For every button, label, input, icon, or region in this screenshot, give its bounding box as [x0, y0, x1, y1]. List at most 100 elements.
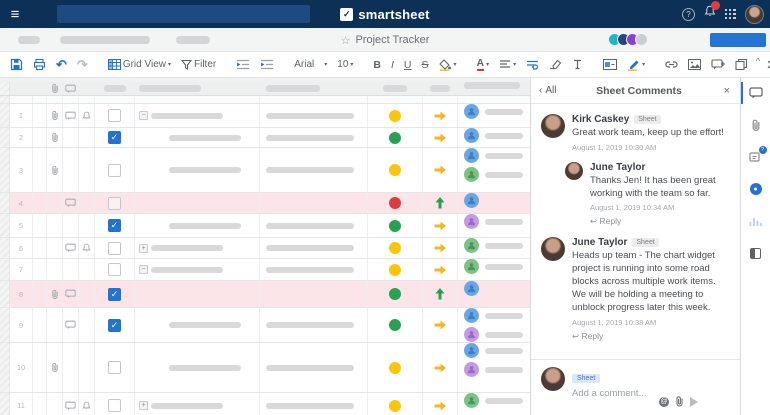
column-header-pill[interactable] — [139, 85, 201, 92]
font-size-select[interactable]: 10▾ — [335, 57, 355, 72]
rail-update-requests-button[interactable]: ? — [741, 148, 770, 166]
undo-button[interactable]: ↶ — [54, 55, 69, 75]
row-checkbox[interactable] — [108, 109, 121, 122]
help-icon[interactable]: ? — [682, 8, 695, 21]
assignee-avatar-green[interactable] — [464, 259, 479, 274]
view-switcher[interactable]: Grid View▾ — [106, 57, 173, 72]
trend-arrow-right[interactable] — [423, 238, 458, 258]
notifications-bell[interactable] — [704, 5, 716, 23]
row-comment-icon[interactable] — [63, 393, 79, 415]
trend-arrow-right[interactable] — [423, 214, 458, 237]
row-checkbox[interactable] — [108, 242, 121, 255]
row-comment-icon[interactable] — [63, 308, 79, 342]
row-attachment-icon[interactable] — [47, 343, 63, 392]
status-dot-green[interactable] — [389, 319, 401, 331]
favorite-star-icon[interactable]: ☆ — [341, 34, 351, 47]
send-comment-icon[interactable] — [690, 397, 698, 407]
save-button[interactable] — [8, 56, 25, 73]
assignee-avatar-purple[interactable] — [464, 327, 479, 342]
format-painter-button[interactable] — [570, 57, 585, 72]
grid-row-6[interactable]: 6+ — [0, 238, 530, 259]
row-checkbox[interactable]: ✓ — [108, 319, 121, 332]
rail-conversations-button[interactable] — [741, 84, 770, 102]
row-comment-icon[interactable] — [63, 193, 79, 213]
status-dot-yellow[interactable] — [389, 362, 401, 374]
assignee-avatar-blue[interactable] — [464, 343, 479, 358]
row-reminder-icon[interactable] — [79, 104, 95, 127]
close-panel-icon[interactable]: × — [722, 85, 732, 97]
reply-link[interactable]: ↩ Reply — [590, 216, 730, 227]
grid-row-1[interactable]: 1− — [0, 104, 530, 128]
filter-button[interactable]: Filter — [179, 57, 218, 72]
row-checkbox[interactable] — [108, 164, 121, 177]
collapse-icon[interactable]: − — [139, 265, 148, 274]
assignee-avatar-purple[interactable] — [464, 362, 479, 377]
assignee-avatar-blue[interactable] — [464, 148, 479, 163]
grid-row-3[interactable]: 3 — [0, 148, 530, 193]
row-checkbox[interactable] — [108, 399, 121, 412]
assignee-avatar-blue[interactable] — [464, 308, 479, 323]
apps-launcher-icon[interactable] — [725, 9, 736, 20]
collapse-toolbar-button[interactable]: ^ — [756, 56, 760, 66]
align-button[interactable]: ▾ — [497, 58, 518, 72]
outdent-button[interactable] — [234, 57, 252, 72]
row-comment-icon[interactable] — [63, 281, 79, 307]
row-checkbox[interactable] — [108, 361, 121, 374]
status-dot-green[interactable] — [389, 288, 401, 300]
comment-input[interactable]: Add a comment... — [572, 388, 646, 399]
wrap-text-button[interactable] — [524, 58, 541, 72]
status-dot-yellow[interactable] — [389, 164, 401, 176]
row-checkbox[interactable]: ✓ — [108, 219, 121, 232]
trend-arrow-right[interactable] — [423, 128, 458, 147]
fill-color-button[interactable]: ▾ — [437, 57, 459, 73]
comment-composer[interactable]: Sheet Add a comment... @ — [531, 359, 740, 415]
indent-button[interactable] — [258, 57, 276, 72]
trend-arrow-right[interactable] — [423, 393, 458, 415]
expand-icon[interactable]: + — [139, 401, 148, 410]
assignee-avatar-blue[interactable] — [464, 104, 479, 119]
trend-arrow-up[interactable] — [423, 281, 458, 307]
expand-icon[interactable]: + — [139, 244, 148, 253]
status-dot-yellow[interactable] — [389, 110, 401, 122]
grid-row-10[interactable]: 10 — [0, 343, 530, 393]
merge-cells-button[interactable] — [601, 57, 619, 72]
nav-search-placeholder[interactable] — [57, 5, 310, 23]
clear-format-button[interactable] — [547, 57, 564, 72]
back-to-all-button[interactable]: ‹ All — [539, 85, 556, 96]
trend-arrow-right[interactable] — [423, 308, 458, 342]
rail-summary-button[interactable] — [741, 244, 770, 262]
trend-arrow-right[interactable] — [423, 104, 458, 127]
trend-arrow-up[interactable] — [423, 193, 458, 213]
grid-row-7[interactable]: 7− — [0, 259, 530, 281]
row-checkbox[interactable]: ✓ — [108, 288, 121, 301]
attach-file-icon[interactable] — [675, 396, 684, 407]
row-reminder-icon[interactable] — [79, 393, 95, 415]
font-family-select[interactable]: Arial▾ — [292, 57, 329, 72]
underline-button[interactable]: U — [402, 57, 414, 73]
bold-button[interactable]: B — [371, 57, 383, 73]
italic-button[interactable]: I — [389, 57, 396, 73]
row-checkbox[interactable] — [108, 197, 121, 210]
assignee-avatar-purple[interactable] — [464, 214, 479, 229]
add-comment-button[interactable] — [709, 57, 727, 72]
column-header-pill[interactable] — [383, 85, 407, 92]
status-dot-red[interactable] — [389, 197, 401, 209]
status-dot-yellow[interactable] — [389, 264, 401, 276]
reply-link[interactable]: ↩ Reply — [572, 331, 730, 342]
grid-row-5[interactable]: 5✓ — [0, 214, 530, 238]
row-attachment-icon[interactable] — [47, 104, 63, 127]
collapse-icon[interactable]: − — [139, 111, 148, 120]
rail-publish-button[interactable]: ● — [741, 180, 770, 198]
print-button[interactable] — [31, 56, 48, 73]
grid-row-9[interactable]: 9✓ — [0, 308, 530, 343]
trend-arrow-right[interactable] — [423, 343, 458, 392]
row-comment-icon[interactable] — [63, 238, 79, 258]
share-button[interactable] — [710, 33, 766, 47]
row-checkbox[interactable] — [108, 263, 121, 276]
user-avatar[interactable] — [745, 5, 764, 24]
mention-icon[interactable]: @ — [659, 397, 669, 407]
rail-activity-button[interactable] — [741, 212, 770, 230]
copy-to-sheet-button[interactable] — [733, 57, 749, 72]
insert-image-button[interactable] — [686, 57, 703, 72]
column-header-pill[interactable] — [104, 85, 126, 92]
